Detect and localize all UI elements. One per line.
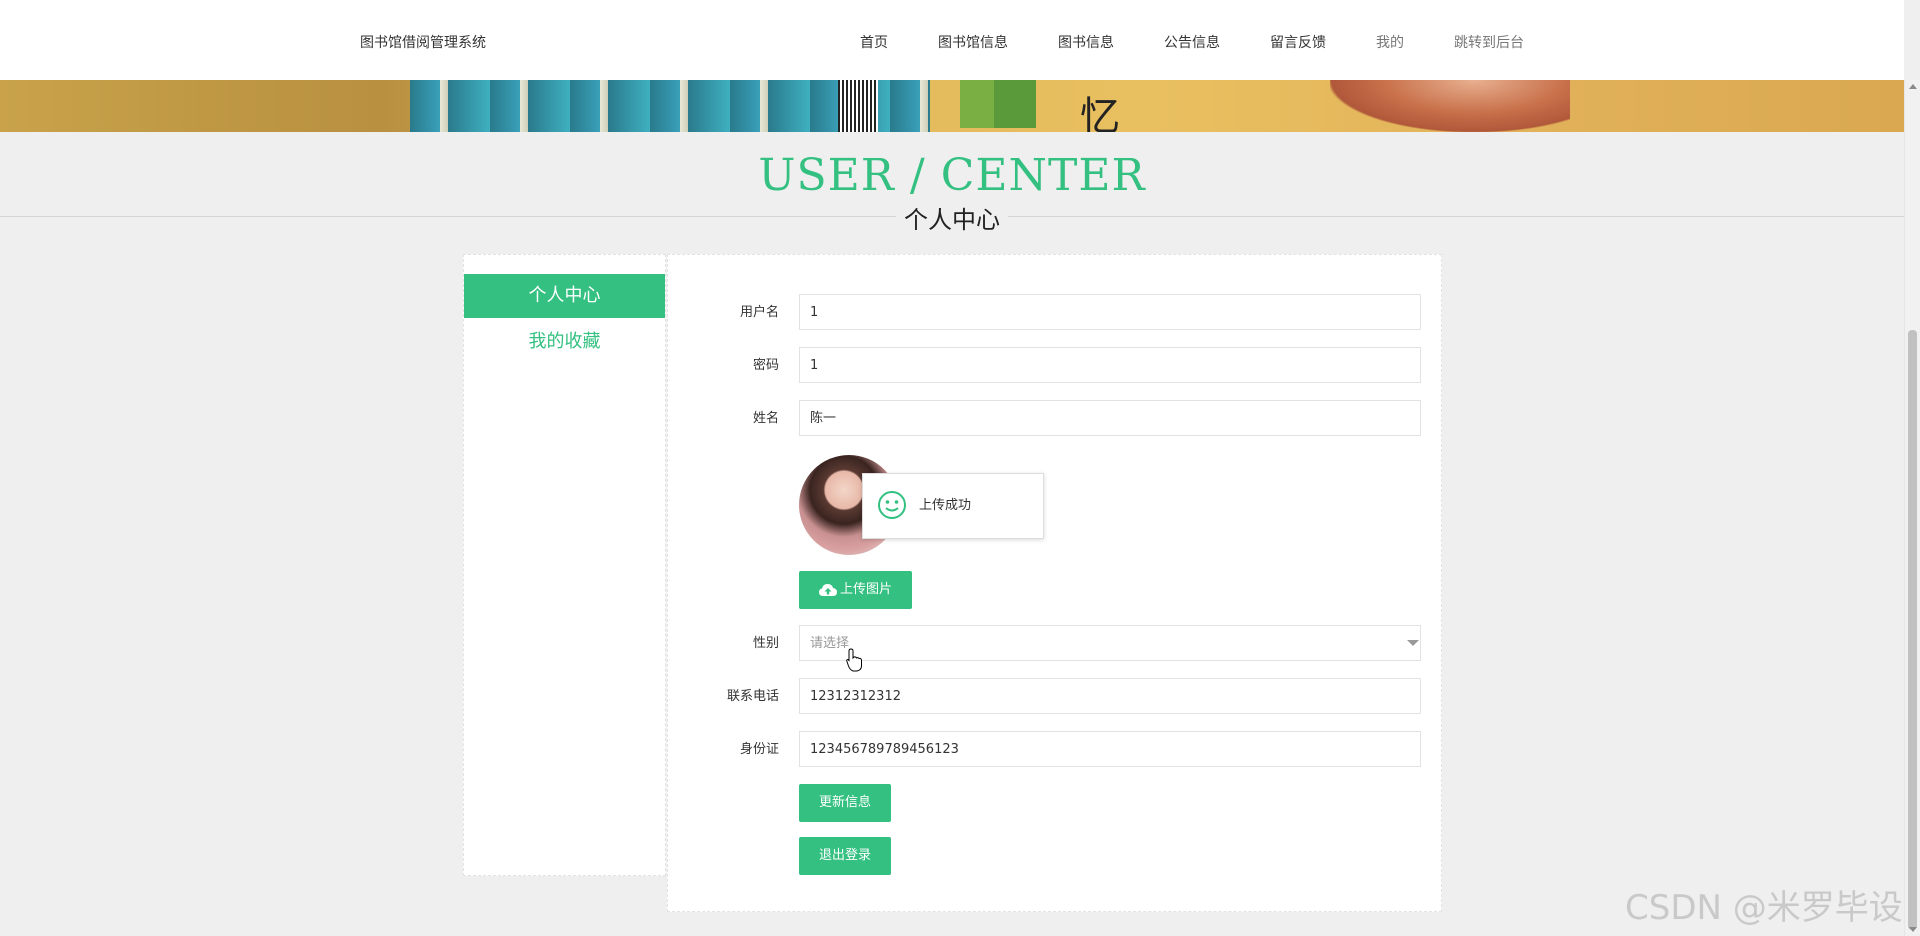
upload-image-label: 上传图片 — [839, 582, 892, 597]
logout-button[interactable]: 退出登录 — [799, 837, 891, 875]
page-scrollbar[interactable] — [1904, 80, 1920, 936]
password-label: 密码 — [752, 358, 779, 373]
phone-row: 联系电话 12312312312 — [668, 678, 1441, 716]
scroll-down-icon[interactable] — [1909, 927, 1917, 932]
banner-green-block-2 — [994, 80, 1036, 128]
profile-form: 用户名 1 密码 1 姓名 陈一 上传成功 上传图片 性别 请选择 联系电话 1… — [667, 254, 1442, 912]
banner-image: 忆 — [0, 80, 1904, 132]
phone-label: 联系电话 — [726, 689, 779, 704]
name-label: 姓名 — [752, 411, 779, 426]
nav-home[interactable]: 首页 — [860, 32, 888, 52]
sidebar-item-user-center[interactable]: 个人中心 — [464, 274, 665, 318]
scroll-thumb[interactable] — [1908, 330, 1917, 930]
nav-book-info[interactable]: 图书信息 — [1058, 32, 1114, 52]
password-row: 密码 1 — [668, 347, 1441, 385]
toast-message: 上传成功 — [919, 498, 972, 513]
upload-toast: 上传成功 — [862, 473, 1044, 539]
banner-figure — [1330, 80, 1570, 132]
nav-admin[interactable]: 跳转到后台 — [1454, 32, 1524, 52]
chevron-down-icon — [1407, 640, 1419, 646]
nav-announcements[interactable]: 公告信息 — [1164, 32, 1220, 52]
upload-image-button[interactable]: 上传图片 — [799, 571, 912, 609]
sidebar-item-favorites[interactable]: 我的收藏 — [464, 320, 665, 364]
username-label: 用户名 — [739, 305, 779, 320]
update-info-button[interactable]: 更新信息 — [799, 784, 891, 822]
username-row: 用户名 1 — [668, 294, 1441, 332]
scroll-up-icon[interactable] — [1909, 84, 1917, 89]
phone-input[interactable]: 12312312312 — [799, 678, 1421, 714]
section-title-en: USER / CENTER — [758, 150, 1146, 201]
id-card-row: 身份证 123456789789456123 — [668, 731, 1441, 769]
id-card-label: 身份证 — [739, 742, 779, 757]
smile-icon — [878, 491, 906, 519]
main-nav: 首页 图书馆信息 图书信息 公告信息 留言反馈 我的 跳转到后台 — [860, 32, 1524, 52]
user-sidebar: 个人中心 我的收藏 — [463, 254, 666, 876]
password-input[interactable]: 1 — [799, 347, 1421, 383]
site-brand[interactable]: 图书馆借阅管理系统 — [360, 32, 486, 52]
nav-library-info[interactable]: 图书馆信息 — [938, 32, 1008, 52]
gender-label: 性别 — [752, 636, 779, 651]
name-row: 姓名 陈一 — [668, 400, 1441, 438]
username-input[interactable]: 1 — [799, 294, 1421, 330]
nav-feedback[interactable]: 留言反馈 — [1270, 32, 1326, 52]
id-card-input[interactable]: 123456789789456123 — [799, 731, 1421, 767]
banner-character: 忆 — [1080, 94, 1120, 132]
section-title-cn: 个人中心 — [896, 206, 1008, 234]
watermark: CSDN @米罗毕设 — [1625, 888, 1903, 928]
cloud-upload-icon — [818, 583, 837, 596]
top-navbar: 图书馆借阅管理系统 首页 图书馆信息 图书信息 公告信息 留言反馈 我的 跳转到… — [0, 0, 1904, 80]
gender-row: 性别 请选择 — [668, 625, 1441, 663]
banner-barcode — [838, 80, 878, 132]
name-input[interactable]: 陈一 — [799, 400, 1421, 436]
nav-mine[interactable]: 我的 — [1376, 32, 1404, 52]
hand-cursor-icon — [846, 648, 862, 672]
banner-green-block — [960, 80, 994, 128]
gender-select[interactable]: 请选择 — [799, 625, 1421, 661]
section-title-cn-wrap: 个人中心 — [0, 200, 1904, 235]
